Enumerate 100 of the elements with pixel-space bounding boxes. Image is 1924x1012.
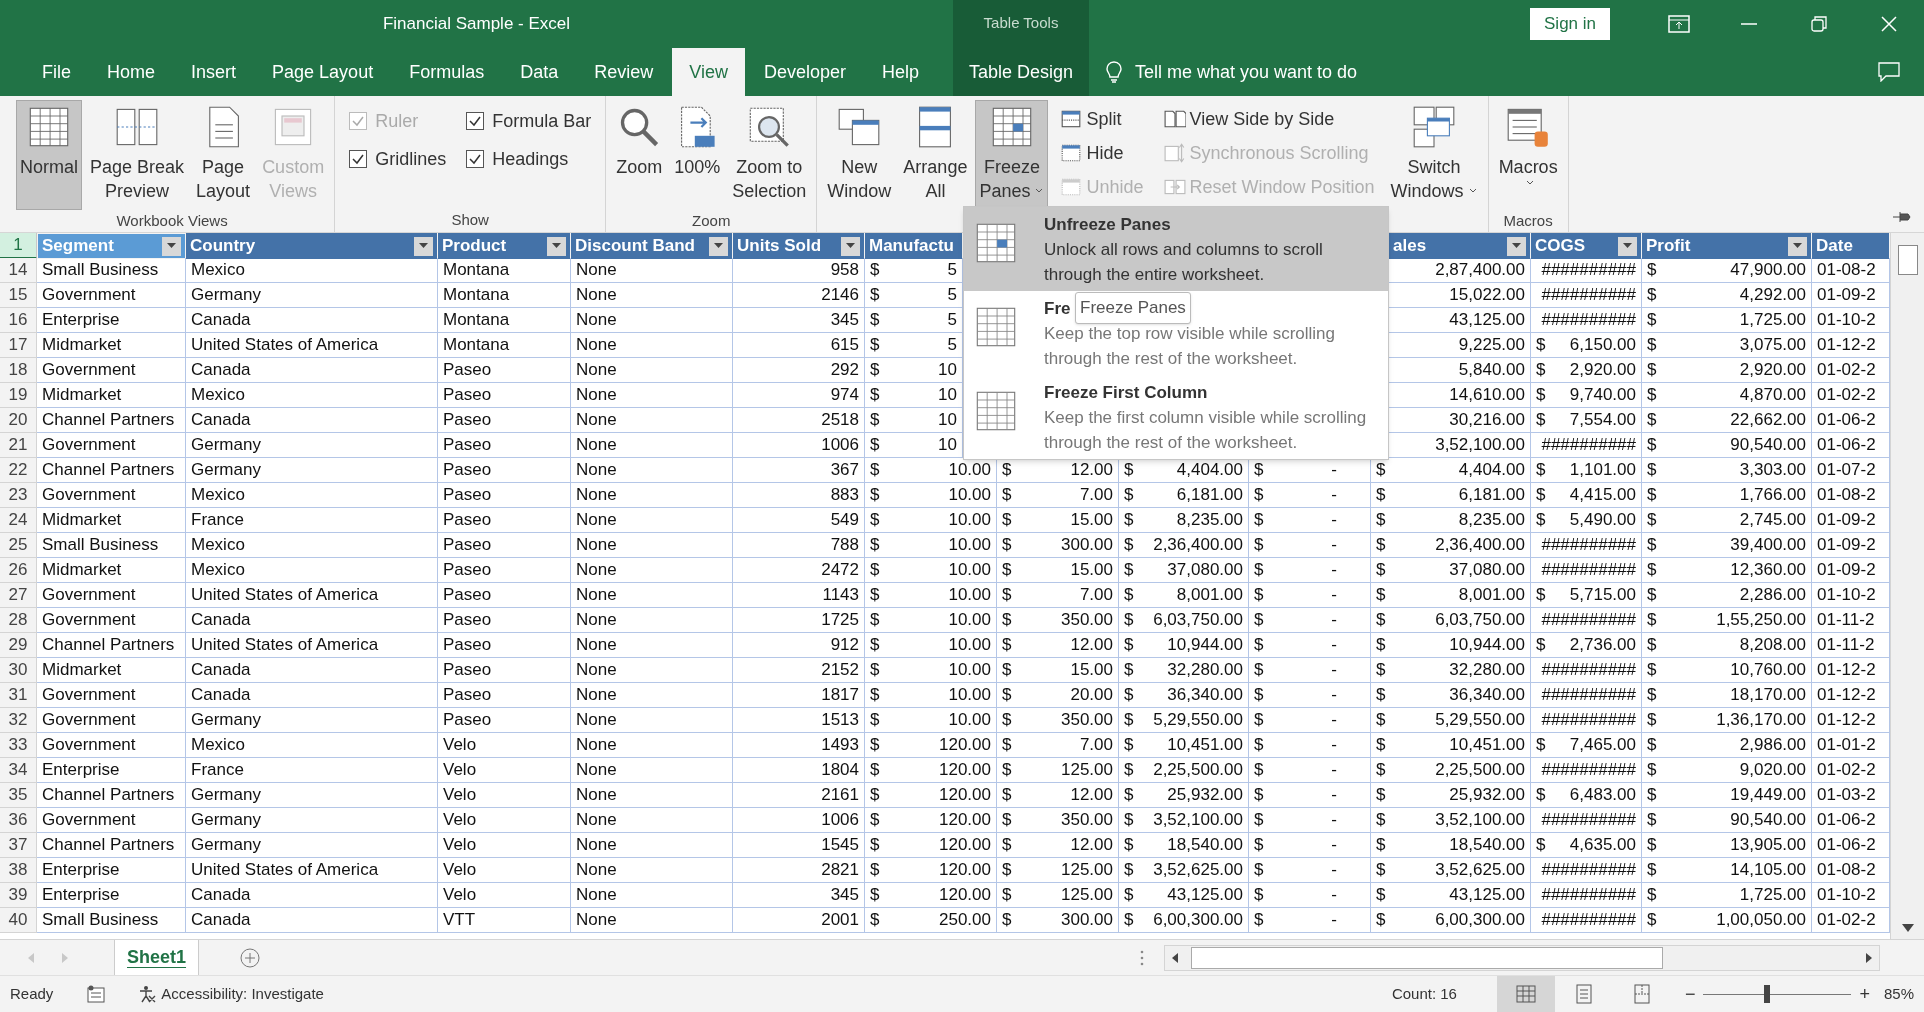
row-number[interactable]: 14 bbox=[0, 258, 37, 283]
ribbon-button[interactable]: Arrange All bbox=[899, 100, 972, 210]
scroll-thumb[interactable] bbox=[1897, 245, 1918, 275]
row-number[interactable]: 38 bbox=[0, 858, 37, 883]
menu-item[interactable]: Freeze First Column Keep the first column visible while scrolling through the rest of the worksheet. bbox=[964, 375, 1388, 459]
row-number[interactable]: 30 bbox=[0, 658, 37, 683]
row-number[interactable]: 25 bbox=[0, 533, 37, 558]
row-number[interactable]: 22 bbox=[0, 458, 37, 483]
row-number[interactable]: 31 bbox=[0, 683, 37, 708]
row-number[interactable]: 39 bbox=[0, 883, 37, 908]
zoom-slider[interactable] bbox=[1703, 985, 1852, 1003]
ribbon-button[interactable]: Zoom to Selection bbox=[728, 100, 811, 210]
currency-symbol: $ bbox=[1376, 784, 1386, 806]
table-cell-text: 01-10-2 bbox=[1817, 584, 1876, 606]
currency-symbol: $ bbox=[1254, 659, 1264, 681]
row-number[interactable]: 27 bbox=[0, 583, 37, 608]
row-number[interactable]: 20 bbox=[0, 408, 37, 433]
filter-button[interactable] bbox=[1788, 236, 1807, 256]
row-number[interactable]: 21 bbox=[0, 433, 37, 458]
resize-handle-icon[interactable] bbox=[1140, 948, 1144, 967]
table-cell-text: 4,292.00 bbox=[1739, 284, 1806, 306]
checkbox-label: Gridlines bbox=[375, 147, 447, 171]
scroll-thumb[interactable] bbox=[1191, 946, 1663, 969]
ribbon-tab[interactable]: File bbox=[25, 48, 88, 96]
checkbox[interactable] bbox=[466, 112, 485, 130]
filter-button[interactable] bbox=[547, 236, 566, 256]
pin-icon[interactable] bbox=[1892, 210, 1912, 224]
row-number[interactable]: 23 bbox=[0, 483, 37, 508]
table-cell-text: 3,52,100.00 bbox=[1435, 434, 1525, 456]
ribbon-button[interactable]: Page Break Preview bbox=[86, 100, 189, 210]
currency-symbol: $ bbox=[1647, 784, 1657, 806]
ribbon-tab[interactable]: Review bbox=[577, 48, 671, 96]
row-number[interactable]: 37 bbox=[0, 833, 37, 858]
row-number[interactable]: 17 bbox=[0, 333, 37, 358]
row-number[interactable]: 32 bbox=[0, 708, 37, 733]
filter-button[interactable] bbox=[709, 236, 728, 256]
sheet-tab[interactable]: Sheet1 bbox=[114, 940, 200, 975]
ribbon-button[interactable]: Zoom bbox=[612, 100, 667, 210]
ribbon-tab[interactable]: Developer bbox=[746, 48, 863, 96]
checkbox[interactable] bbox=[349, 150, 368, 168]
row-number[interactable]: 26 bbox=[0, 558, 37, 583]
row-number[interactable]: 16 bbox=[0, 308, 37, 333]
currency-symbol: $ bbox=[870, 434, 880, 456]
scroll-down-icon[interactable] bbox=[1900, 923, 1915, 933]
table-cell-text: Germany bbox=[191, 834, 261, 856]
ribbon-button[interactable]: New Window bbox=[823, 100, 896, 210]
row-number[interactable]: 40 bbox=[0, 908, 37, 933]
currency-symbol: $ bbox=[1647, 459, 1657, 481]
ribbon-button[interactable]: Macros bbox=[1494, 100, 1562, 210]
slider-thumb[interactable] bbox=[1764, 985, 1771, 1003]
table-cell-text: ########## bbox=[1541, 859, 1636, 881]
macro-record-icon[interactable] bbox=[87, 985, 108, 1003]
ribbon-tab[interactable]: Help bbox=[865, 48, 936, 96]
row-number[interactable]: 34 bbox=[0, 758, 37, 783]
row-number[interactable]: 28 bbox=[0, 608, 37, 633]
sign-in-button[interactable]: Sign in bbox=[1530, 8, 1610, 40]
menu-item[interactable]: Unfreeze Panes Unlock all rows and columns to scroll through the entire worksheet. bbox=[964, 207, 1388, 291]
ribbon-tab[interactable]: Formulas bbox=[392, 48, 502, 96]
row-number[interactable]: 15 bbox=[0, 283, 37, 308]
ribbon-tab[interactable]: View bbox=[672, 48, 745, 96]
ribbon-tab[interactable]: Data bbox=[503, 48, 576, 96]
ribbon-button[interactable]: Page Layout bbox=[192, 100, 255, 210]
ribbon-button[interactable]: Normal bbox=[16, 100, 82, 210]
accessibility-icon[interactable] bbox=[137, 984, 158, 1004]
add-sheet-icon[interactable] bbox=[239, 946, 262, 969]
zoom-out-button[interactable]: − bbox=[1684, 980, 1696, 1008]
accessibility-status[interactable]: Accessibility: Investigate bbox=[161, 982, 324, 1006]
table-cell-text: 3,075.00 bbox=[1739, 334, 1806, 356]
vertical-scrollbar[interactable] bbox=[1890, 233, 1924, 939]
row-number[interactable]: 35 bbox=[0, 783, 37, 808]
row-number[interactable]: 18 bbox=[0, 358, 37, 383]
row-number[interactable]: 24 bbox=[0, 508, 37, 533]
row-number[interactable]: 1 bbox=[0, 233, 37, 259]
ribbon-button[interactable]: View Side by Side bbox=[1163, 102, 1375, 136]
filter-button[interactable] bbox=[162, 236, 181, 256]
table-cell-text: 5 bbox=[947, 309, 957, 331]
table-cell-text: 13,905.00 bbox=[1730, 834, 1806, 856]
horizontal-scrollbar[interactable] bbox=[1164, 944, 1880, 971]
table-cell-text: 6,483.00 bbox=[1569, 784, 1636, 806]
ribbon-tab[interactable]: Insert bbox=[174, 48, 254, 96]
table-cell-text: 6,03,750.00 bbox=[1153, 609, 1243, 631]
filter-button[interactable] bbox=[1618, 236, 1637, 256]
row-number[interactable]: 19 bbox=[0, 383, 37, 408]
row-number[interactable]: 36 bbox=[0, 808, 37, 833]
zoom-level[interactable]: 85% bbox=[1883, 982, 1914, 1006]
ribbon-button[interactable]: Switch Windows bbox=[1386, 100, 1482, 210]
ribbon-button[interactable]: Split bbox=[1060, 102, 1144, 136]
ribbon-tab[interactable]: Page Layout bbox=[255, 48, 391, 96]
row-number[interactable]: 29 bbox=[0, 633, 37, 658]
filter-button[interactable] bbox=[1507, 236, 1526, 256]
table-cell-text: 5,490.00 bbox=[1569, 509, 1636, 531]
row-number[interactable]: 33 bbox=[0, 733, 37, 758]
checkbox[interactable] bbox=[466, 150, 485, 168]
tell-me-field[interactable]: Tell me what you want to do bbox=[1135, 58, 1465, 86]
ribbon-tab[interactable]: Home bbox=[90, 48, 173, 96]
ribbon-button[interactable]: 100% bbox=[670, 100, 725, 210]
filter-button[interactable] bbox=[414, 236, 433, 256]
filter-button[interactable] bbox=[841, 236, 860, 256]
ribbon-button[interactable]: Hide bbox=[1060, 136, 1144, 170]
zoom-in-button[interactable]: + bbox=[1859, 980, 1870, 1008]
